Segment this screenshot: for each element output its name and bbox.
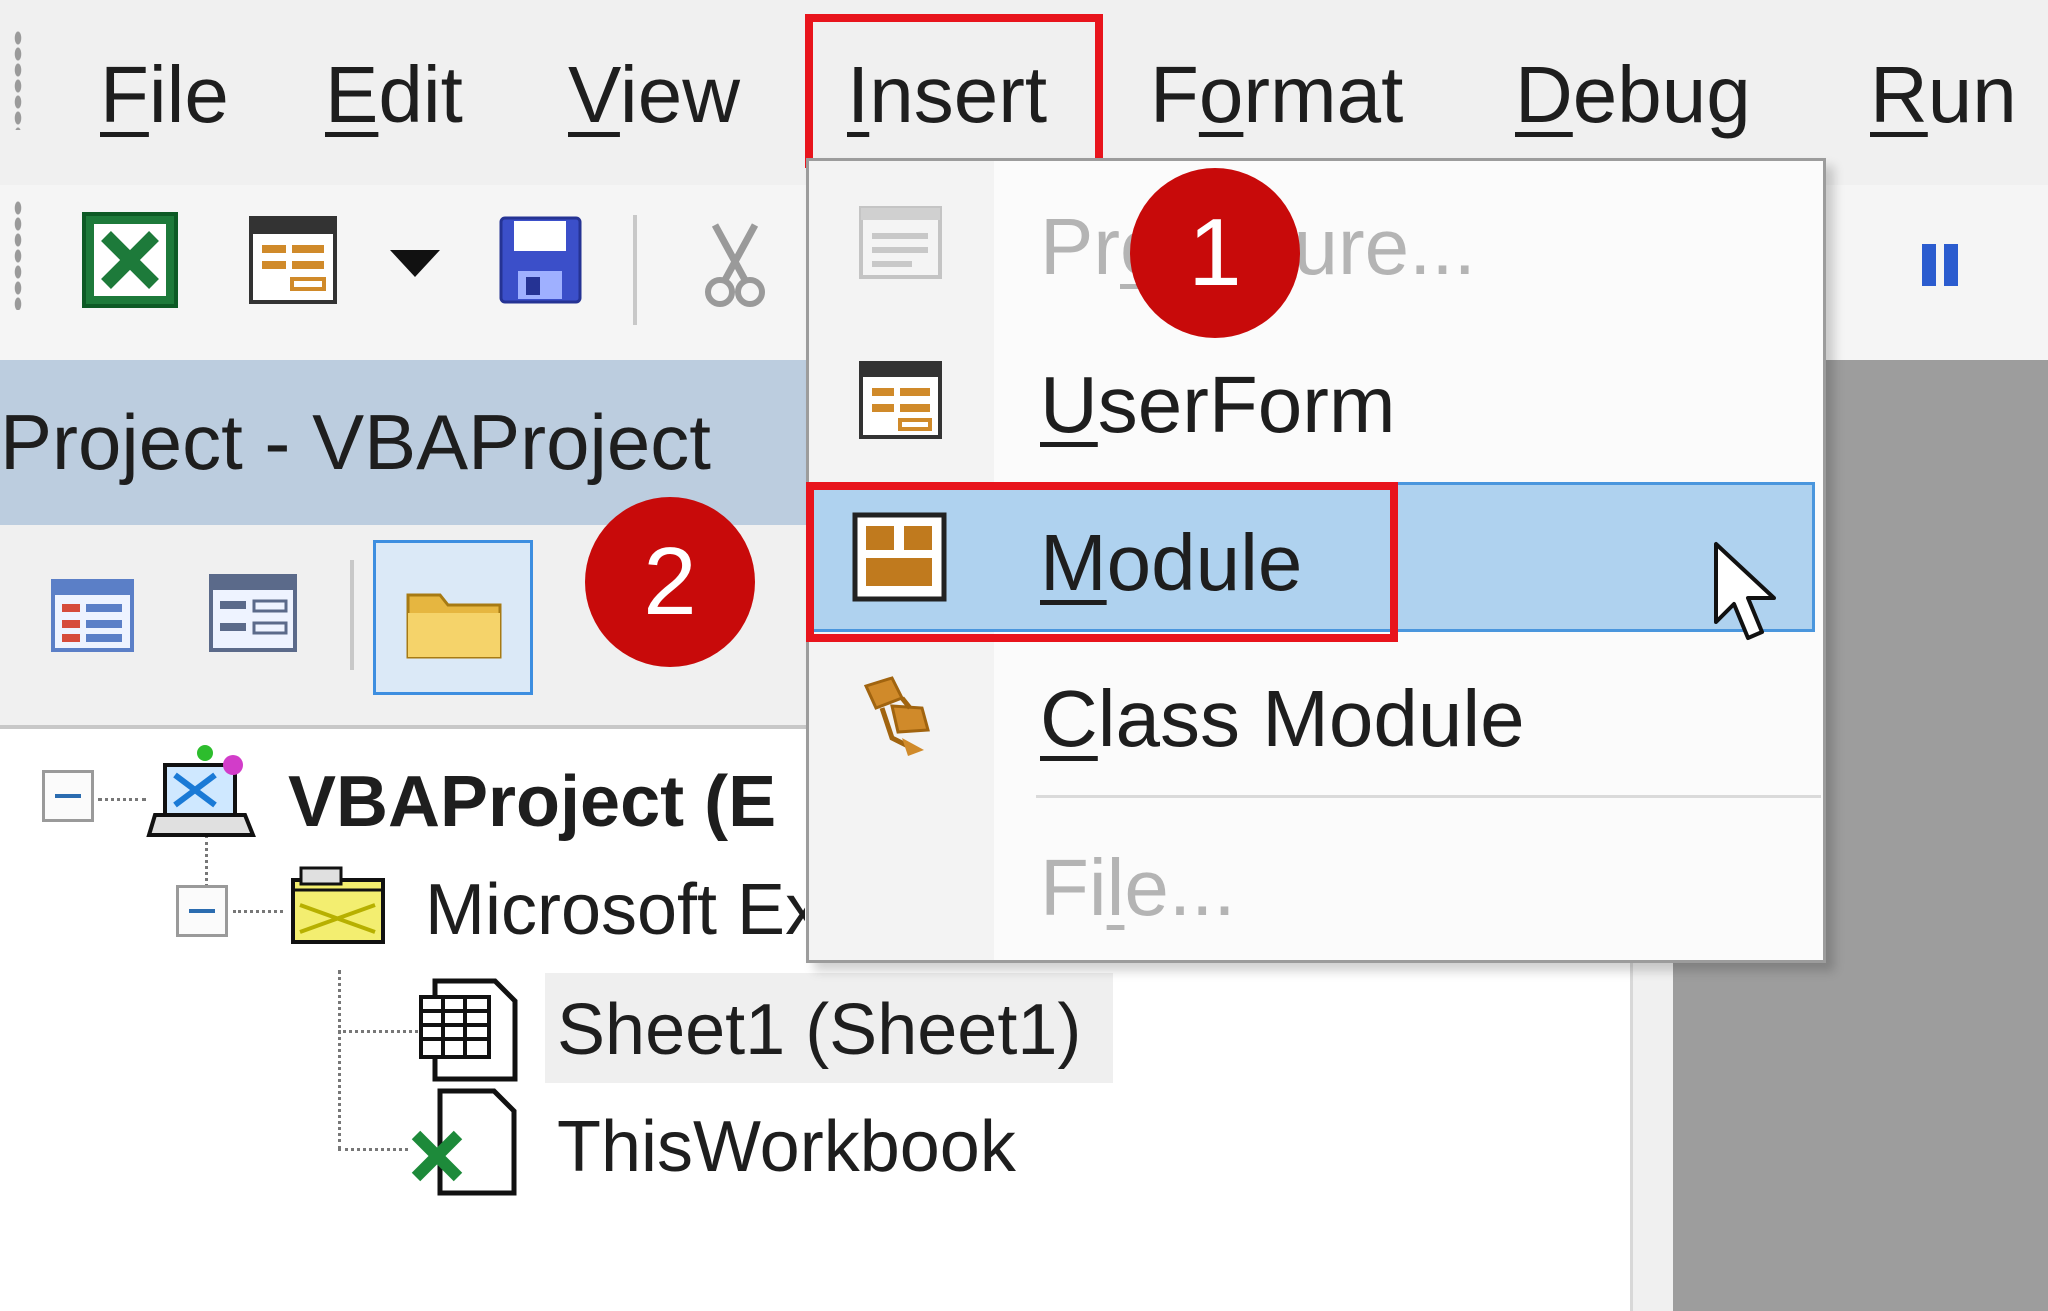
collapse-toggle-icon[interactable] bbox=[176, 885, 228, 937]
tree-thisworkbook-label[interactable]: ThisWorkbook bbox=[557, 1092, 1016, 1202]
worksheet-icon bbox=[419, 978, 518, 1082]
menu-file[interactable]: File bbox=[100, 40, 229, 150]
menu-edit[interactable]: Edit bbox=[325, 40, 463, 150]
break-icon[interactable] bbox=[1917, 240, 1967, 290]
dropdown-arrow-icon[interactable] bbox=[385, 245, 445, 281]
menu-view[interactable]: View bbox=[568, 40, 740, 150]
objects-folder-icon bbox=[291, 866, 385, 944]
menu-item-class-module[interactable]: Class Module bbox=[1040, 664, 1525, 774]
userform-icon[interactable] bbox=[248, 215, 338, 305]
menu-run[interactable]: Run bbox=[1870, 40, 2017, 150]
folder-icon bbox=[406, 593, 502, 659]
toolbar-grip-icon[interactable] bbox=[14, 200, 22, 310]
tree-connector bbox=[338, 1148, 408, 1151]
tree-root-label[interactable]: VBAProject (E bbox=[288, 752, 808, 852]
excel-icon[interactable] bbox=[80, 210, 180, 310]
toolbar-separator bbox=[633, 215, 637, 325]
tree-connector bbox=[338, 1030, 418, 1033]
explorer-toolbar-separator bbox=[350, 560, 354, 670]
view-code-icon[interactable] bbox=[50, 578, 135, 653]
tree-sheet1-label[interactable]: Sheet1 (Sheet1) bbox=[557, 975, 1081, 1085]
procedure-icon bbox=[859, 206, 942, 279]
menu-format[interactable]: Format bbox=[1150, 40, 1403, 150]
project-explorer-title: Project - VBAProject bbox=[0, 398, 711, 486]
tree-connector bbox=[338, 970, 341, 1150]
cut-icon[interactable] bbox=[700, 220, 770, 310]
save-icon[interactable] bbox=[498, 215, 583, 305]
tree-connector bbox=[233, 910, 283, 913]
module-callout bbox=[806, 482, 1398, 642]
menu-debug[interactable]: Debug bbox=[1515, 40, 1751, 150]
vbaproject-icon bbox=[146, 745, 256, 837]
step-2-badge: 2 bbox=[585, 497, 755, 667]
class-module-icon bbox=[863, 676, 930, 756]
menu-item-userform[interactable]: UserForm bbox=[1040, 350, 1396, 460]
collapse-toggle-icon[interactable] bbox=[42, 770, 94, 822]
tree-folder-label[interactable]: Microsoft Ex bbox=[425, 860, 805, 960]
toggle-folders-button[interactable] bbox=[373, 540, 533, 695]
insert-menu-callout bbox=[805, 14, 1103, 168]
menu-item-file[interactable]: File... bbox=[1040, 833, 1236, 943]
mouse-cursor-icon bbox=[1714, 542, 1776, 640]
userform-icon bbox=[859, 361, 942, 439]
dropdown-separator bbox=[1036, 795, 1821, 798]
workbook-icon bbox=[411, 1088, 517, 1196]
view-object-icon[interactable] bbox=[208, 573, 298, 653]
tree-connector bbox=[98, 798, 146, 801]
step-1-badge: 1 bbox=[1130, 168, 1300, 338]
menubar-grip-icon[interactable] bbox=[14, 30, 22, 130]
